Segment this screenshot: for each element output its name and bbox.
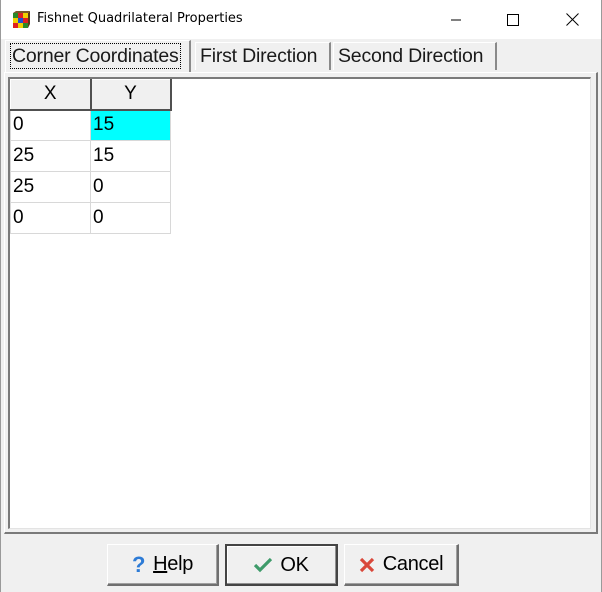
table-row: 0 0: [10, 202, 171, 234]
help-mnemonic: H: [153, 553, 168, 575]
cancel-button[interactable]: Cancel: [344, 544, 459, 586]
question-icon: ?: [131, 551, 146, 577]
tab-corner-coordinates[interactable]: Corner Coordinates: [5, 40, 191, 72]
close-icon: [565, 13, 579, 26]
minimize-icon: [451, 19, 461, 20]
table-row: 25 15: [10, 140, 171, 172]
tab-panel: X Y 0 15 25 15 25 0 0 0: [4, 72, 598, 534]
cell-x[interactable]: 0: [10, 109, 91, 141]
button-bar: ? Help OK Cancel: [1, 536, 601, 592]
close-button[interactable]: [549, 0, 595, 39]
x-icon: [359, 557, 374, 572]
cell-y[interactable]: 0: [90, 202, 171, 234]
tab-label: First Direction: [200, 45, 318, 67]
dialog-window: Fishnet Quadrilateral Properties Corner …: [0, 0, 602, 592]
tab-label: Corner Coordinates: [10, 43, 181, 69]
tab-label: Second Direction: [338, 45, 484, 67]
maximize-button[interactable]: [490, 0, 536, 39]
table-row: 0 15: [10, 109, 171, 141]
cell-y[interactable]: 15: [90, 140, 171, 172]
help-button[interactable]: ? Help: [107, 544, 219, 586]
tab-first-direction[interactable]: First Direction: [195, 42, 331, 70]
cell-x[interactable]: 25: [10, 171, 91, 203]
table-row: 25 0: [10, 171, 171, 203]
window-title: Fishnet Quadrilateral Properties: [37, 11, 243, 26]
coordinates-grid: X Y 0 15 25 15 25 0 0 0: [10, 79, 172, 234]
column-header-y[interactable]: Y: [90, 79, 172, 111]
cell-y-selected[interactable]: 15: [90, 109, 171, 141]
tab-second-direction[interactable]: Second Direction: [333, 42, 497, 70]
maximize-icon: [507, 13, 519, 26]
ok-button[interactable]: OK: [225, 544, 338, 586]
help-label-rest: elp: [167, 553, 194, 575]
minimize-button[interactable]: [433, 0, 479, 39]
cancel-label: Cancel: [382, 553, 444, 575]
cell-x[interactable]: 25: [10, 140, 91, 172]
help-label: Help: [153, 553, 193, 576]
column-header-x[interactable]: X: [10, 79, 92, 111]
cell-x[interactable]: 0: [10, 202, 91, 234]
title-bar: Fishnet Quadrilateral Properties: [1, 0, 601, 39]
checkmark-icon: [254, 557, 273, 573]
cell-y[interactable]: 0: [90, 171, 171, 203]
coordinates-grid-area: X Y 0 15 25 15 25 0 0 0: [8, 77, 591, 529]
fishnet-app-icon: [13, 11, 30, 28]
ok-label: OK: [280, 553, 309, 576]
